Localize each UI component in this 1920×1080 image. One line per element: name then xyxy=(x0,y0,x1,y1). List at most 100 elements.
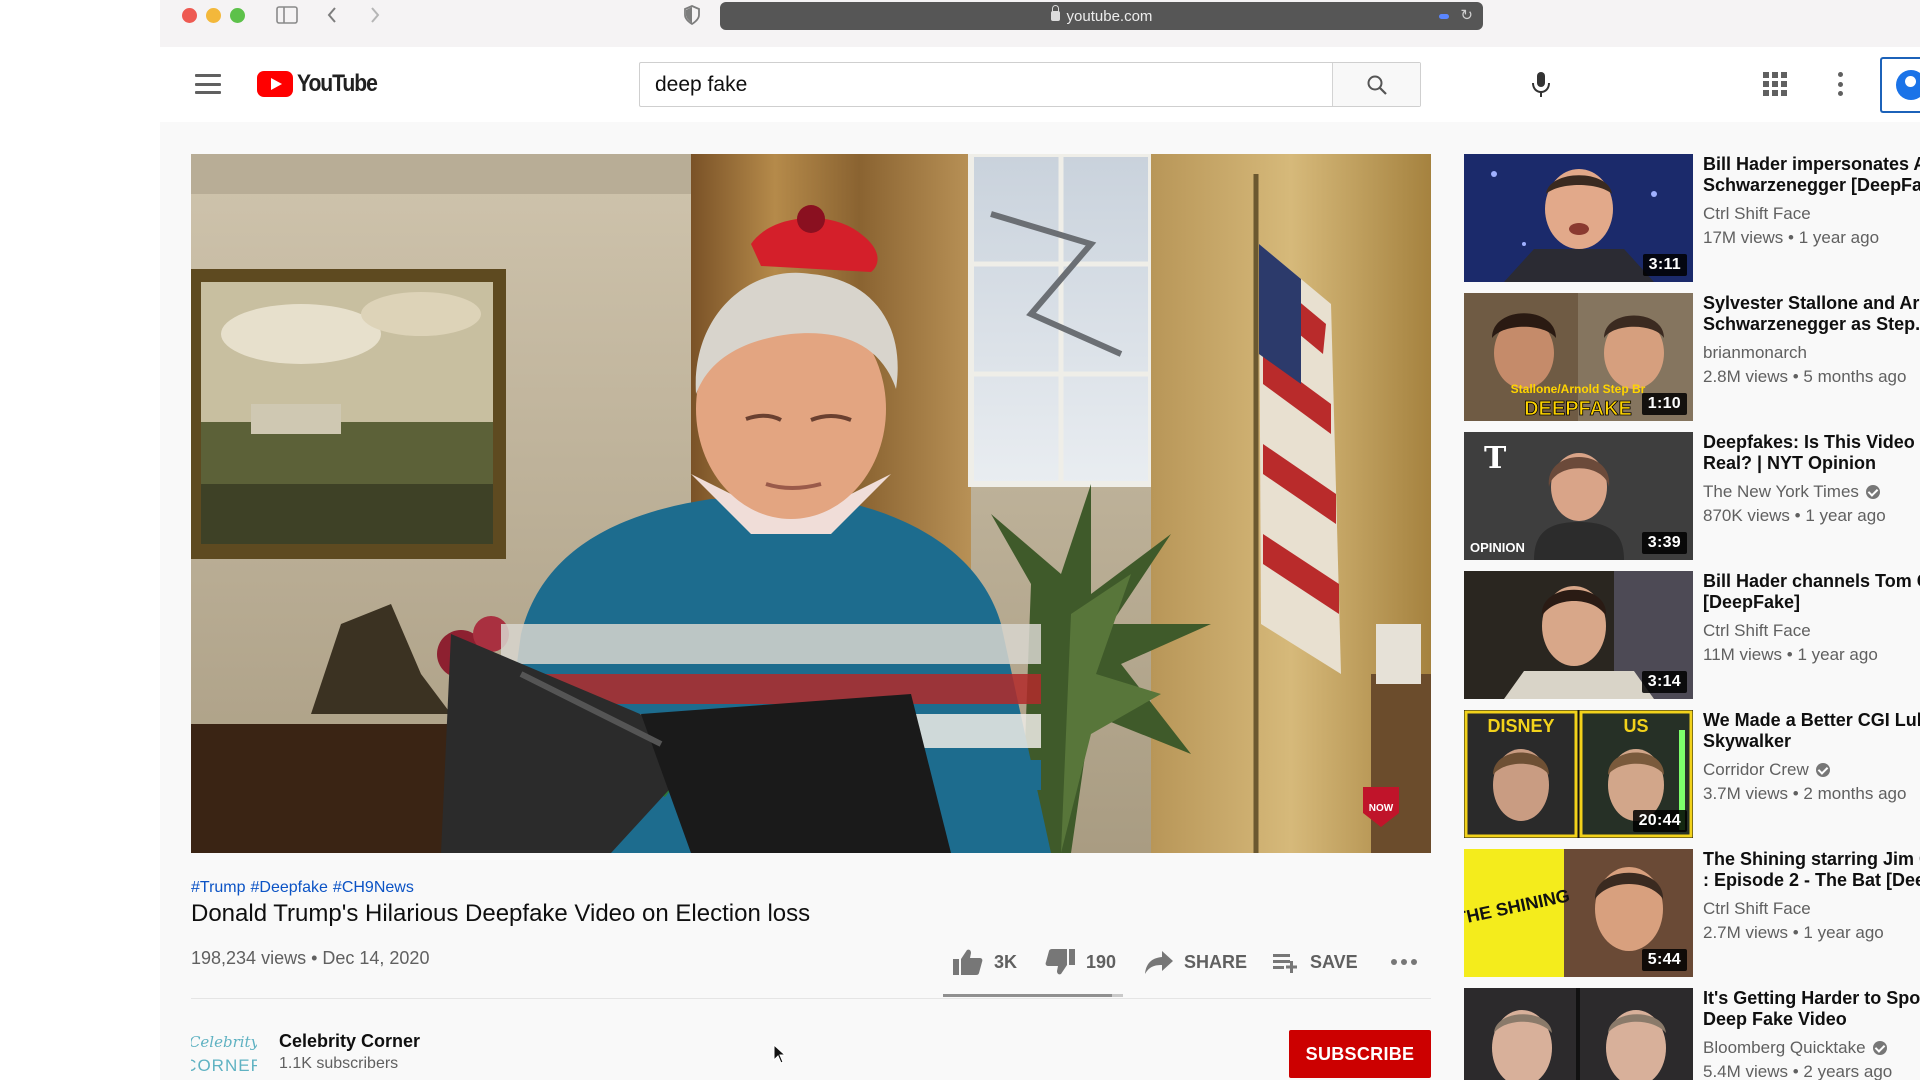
video-frame xyxy=(191,154,1431,853)
minimize-window-button[interactable] xyxy=(206,8,221,23)
recommendation-meta: 5.4M views • 2 years ago xyxy=(1703,1062,1893,1080)
recommendation-meta: 17M views • 1 year ago xyxy=(1703,228,1880,247)
url-text: youtube.com xyxy=(1066,7,1153,25)
search-input[interactable] xyxy=(640,63,1332,106)
svg-text:DISNEY: DISNEY xyxy=(1487,716,1554,736)
share-icon xyxy=(1145,951,1173,974)
verified-badge-icon xyxy=(1865,485,1880,499)
save-label: SAVE xyxy=(1310,951,1358,972)
thumbs-down-icon xyxy=(1045,949,1075,975)
address-bar[interactable]: youtube.com ↻ xyxy=(720,2,1483,30)
recommendation-channel[interactable]: The New York Times xyxy=(1703,482,1880,502)
search-bar xyxy=(639,62,1421,107)
video-thumbnail[interactable]: T OPINION 3:39 xyxy=(1464,432,1693,560)
youtube-play-icon xyxy=(257,71,293,97)
privacy-shield-icon[interactable] xyxy=(681,3,703,27)
recommendation-item[interactable]: THE SHINING 5:44 The Shining starring Ji… xyxy=(1464,849,1920,977)
subscriber-count: 1.1K subscribers xyxy=(279,1055,399,1072)
recommendation-item[interactable]: 3:14 Bill Hader channels Tom C [DeepFake]… xyxy=(1464,571,1920,699)
recommendation-item[interactable]: DISNEY US 20:44 We Made a Better CGI Luk… xyxy=(1464,710,1920,838)
recommendation-title: We Made a Better CGI Luk Skywalker xyxy=(1703,710,1920,751)
save-button[interactable]: SAVE xyxy=(1272,945,1358,979)
recommendation-channel[interactable]: Ctrl Shift Face xyxy=(1703,899,1811,919)
recommendation-item[interactable]: Stallone/Arnold Step Br DEEPFAKE 1:10 Sy… xyxy=(1464,293,1920,421)
recommendation-meta: 11M views • 1 year ago xyxy=(1703,645,1878,664)
like-button[interactable]: 3K xyxy=(952,945,1017,979)
recommendation-item[interactable]: It's Getting Harder to Spot Deep Fake Vid… xyxy=(1464,988,1920,1080)
menu-icon[interactable] xyxy=(195,74,221,94)
video-thumbnail[interactable] xyxy=(1464,988,1693,1080)
video-duration: 1:10 xyxy=(1641,393,1687,415)
recommendation-channel[interactable]: Bloomberg Quicktake xyxy=(1703,1038,1887,1058)
svg-text:Stallone/Arnold Step Br: Stallone/Arnold Step Br xyxy=(1511,382,1646,396)
sidebar-toggle-icon[interactable] xyxy=(275,3,299,27)
zoom-window-button[interactable] xyxy=(230,8,245,23)
video-thumbnail[interactable]: Stallone/Arnold Step Br DEEPFAKE 1:10 xyxy=(1464,293,1693,421)
back-icon[interactable] xyxy=(322,3,342,27)
apps-grid-icon[interactable] xyxy=(1763,72,1787,96)
avatar-icon xyxy=(1896,70,1920,100)
share-label: SHARE xyxy=(1184,951,1248,972)
verified-badge-icon xyxy=(1815,763,1830,777)
share-button[interactable]: SHARE xyxy=(1144,945,1247,979)
svg-text:OPINION: OPINION xyxy=(1470,540,1525,555)
video-thumbnail[interactable]: DISNEY US 20:44 xyxy=(1464,710,1693,838)
recommendation-channel[interactable]: Corridor Crew xyxy=(1703,760,1830,780)
loading-indicator xyxy=(1439,14,1449,19)
channel-watermark-icon[interactable]: NOW xyxy=(1361,785,1401,829)
like-count: 3K xyxy=(994,951,1018,972)
recommendation-title: Sylvester Stallone and Arn Schwarzenegger… xyxy=(1703,293,1920,334)
svg-text:Celebrity: Celebrity xyxy=(191,1033,257,1051)
left-margin xyxy=(0,0,160,1080)
microphone-icon[interactable] xyxy=(1527,70,1555,100)
video-player[interactable]: NOW xyxy=(191,154,1431,853)
recommendation-item[interactable]: T OPINION 3:39 Deepfakes: Is This Video … xyxy=(1464,432,1920,560)
divider xyxy=(191,998,1431,999)
youtube-logo-text: YouTube xyxy=(297,70,378,97)
recommendation-title: It's Getting Harder to Spot Deep Fake Vid… xyxy=(1703,988,1920,1029)
search-button[interactable] xyxy=(1332,63,1420,106)
close-window-button[interactable] xyxy=(182,8,197,23)
recommendation-channel[interactable]: Ctrl Shift Face xyxy=(1703,621,1811,641)
more-actions-icon[interactable] xyxy=(1390,945,1418,979)
account-button[interactable] xyxy=(1880,57,1920,113)
video-hashtags: #Trump #Deepfake #CH9News xyxy=(191,879,419,897)
channel-name[interactable]: Celebrity Corner xyxy=(279,1031,420,1052)
video-thumbnail[interactable]: 3:14 xyxy=(1464,571,1693,699)
video-duration: 20:44 xyxy=(1632,810,1687,832)
recommendation-title: Bill Hader channels Tom C [DeepFake] xyxy=(1703,571,1920,612)
view-count-date: 198,234 views • Dec 14, 2020 xyxy=(191,948,430,968)
video-thumbnail[interactable]: 3:11 xyxy=(1464,154,1693,282)
verified-badge-icon xyxy=(1872,1041,1887,1055)
lock-icon xyxy=(1050,5,1060,21)
recommendation-title: Bill Hader impersonates Ar Schwarzenegger… xyxy=(1703,154,1920,195)
playlist-add-icon xyxy=(1273,954,1297,973)
hashtag-link[interactable]: #Deepfake xyxy=(251,879,328,896)
youtube-logo[interactable]: YouTube xyxy=(257,70,388,98)
recommendation-item[interactable]: 3:11 Bill Hader impersonates Ar Schwarzen… xyxy=(1464,154,1920,282)
video-duration: 5:44 xyxy=(1641,949,1687,971)
video-duration: 3:14 xyxy=(1641,671,1687,693)
hashtag-link[interactable]: #CH9News xyxy=(333,879,414,896)
channel-avatar[interactable]: Celebrity CORNER xyxy=(191,1023,257,1080)
svg-text:CORNER: CORNER xyxy=(191,1056,257,1075)
reload-icon[interactable]: ↻ xyxy=(1460,6,1473,24)
video-duration: 3:11 xyxy=(1642,254,1687,276)
svg-text:T: T xyxy=(1484,441,1507,476)
settings-menu-icon[interactable] xyxy=(1836,72,1844,96)
dislike-button[interactable]: 190 xyxy=(1044,945,1116,979)
search-icon xyxy=(1367,75,1387,95)
recommendation-channel[interactable]: brianmonarch xyxy=(1703,343,1807,363)
subscribe-button[interactable]: SUBSCRIBE xyxy=(1289,1030,1431,1078)
forward-icon[interactable] xyxy=(365,3,385,27)
video-title: Donald Trump's Hilarious Deepfake Video … xyxy=(191,900,811,927)
hashtag-link[interactable]: #Trump xyxy=(191,879,246,896)
recommendation-meta: 870K views • 1 year ago xyxy=(1703,506,1886,525)
svg-text:DEEPFAKE: DEEPFAKE xyxy=(1524,398,1632,420)
svg-text:NOW: NOW xyxy=(1369,803,1394,814)
recommendation-meta: 3.7M views • 2 months ago xyxy=(1703,784,1907,803)
recommendation-channel[interactable]: Ctrl Shift Face xyxy=(1703,204,1811,224)
svg-text:US: US xyxy=(1623,716,1648,736)
video-thumbnail[interactable]: THE SHINING 5:44 xyxy=(1464,849,1693,977)
like-dislike-ratio-bar xyxy=(943,994,1123,997)
